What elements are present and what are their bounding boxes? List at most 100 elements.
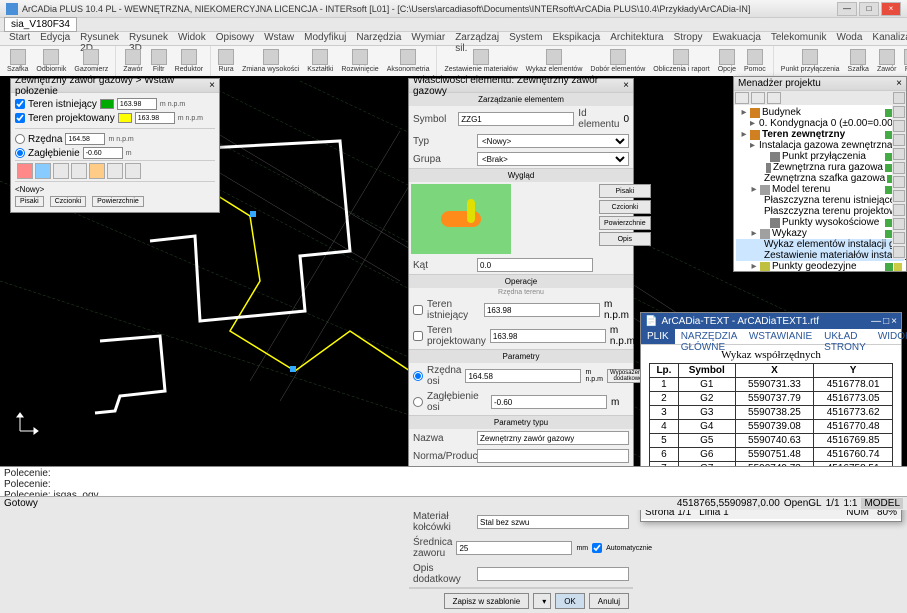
czcionki-button[interactable]: Czcionki bbox=[50, 196, 86, 207]
menu-widok[interactable]: Widok bbox=[173, 32, 211, 45]
expand-icon[interactable]: ▸ bbox=[740, 107, 748, 118]
rzedna-osi-radio[interactable] bbox=[413, 371, 423, 381]
tree-node[interactable]: Punkty wysokościowe bbox=[736, 217, 904, 228]
tree-node[interactable]: Płaszczyzna terenu istniejącego bbox=[736, 195, 904, 206]
rzedna-radio[interactable] bbox=[15, 134, 25, 144]
side-tool[interactable] bbox=[893, 134, 905, 146]
czcionki-button[interactable]: Czcionki bbox=[599, 200, 651, 214]
tp-check[interactable] bbox=[413, 331, 423, 341]
tool-7[interactable] bbox=[125, 163, 141, 179]
tree-node[interactable]: ▸0. Kondygnacja 0 (±0.00=0.00) bbox=[736, 118, 904, 129]
text-tab[interactable]: NARZĘDZIA GŁÓWNE bbox=[675, 329, 743, 344]
text-tab[interactable]: WIDOK bbox=[872, 329, 907, 344]
ti-input[interactable] bbox=[484, 303, 600, 317]
zagl-osi-radio[interactable] bbox=[413, 397, 423, 407]
tool-1[interactable] bbox=[17, 163, 33, 179]
close-icon[interactable]: × bbox=[209, 80, 215, 91]
model-indicator[interactable]: MODEL bbox=[861, 498, 903, 509]
expand-icon[interactable]: ▸ bbox=[750, 228, 758, 239]
side-tool[interactable] bbox=[893, 106, 905, 118]
menu-modyfikuj[interactable]: Modyfikuj bbox=[299, 32, 351, 45]
menu-opisowy[interactable]: Opisowy bbox=[211, 32, 259, 45]
tree-tool[interactable] bbox=[735, 92, 749, 104]
side-tool[interactable] bbox=[893, 92, 905, 104]
tree-node[interactable]: ▸Wykazy bbox=[736, 228, 904, 239]
minimize-button[interactable]: — bbox=[837, 2, 857, 16]
expand-icon[interactable]: ▸ bbox=[750, 184, 758, 195]
save-dropdown[interactable]: ▾ bbox=[533, 593, 551, 609]
ptype-input[interactable] bbox=[477, 449, 629, 463]
command-line[interactable]: ModelUkład1Układ2 Polecenie:Polecenie:Po… bbox=[0, 466, 907, 496]
close-icon[interactable]: × bbox=[623, 80, 629, 91]
zaglebienie-input[interactable] bbox=[83, 147, 123, 159]
expand-icon[interactable]: ▸ bbox=[750, 261, 758, 271]
grupa-select[interactable]: <Brak> bbox=[477, 152, 629, 166]
save-template-button[interactable]: Zapisz w szablonie bbox=[444, 593, 530, 609]
symbol-input[interactable] bbox=[458, 112, 574, 126]
color-swatch[interactable] bbox=[118, 113, 132, 123]
layer-check[interactable] bbox=[15, 99, 25, 109]
menu-woda[interactable]: Woda bbox=[831, 32, 867, 45]
side-tool[interactable] bbox=[893, 162, 905, 174]
ok-button[interactable]: OK bbox=[555, 593, 585, 609]
expand-icon[interactable]: ▸ bbox=[750, 118, 755, 129]
menu-telekomunik[interactable]: Telekomunik bbox=[766, 32, 832, 45]
side-tool[interactable] bbox=[893, 246, 905, 258]
tree-node[interactable]: Zewnętrzna szafka gazowa bbox=[736, 173, 904, 184]
text-tab[interactable]: WSTAWIANIE bbox=[743, 329, 818, 344]
close-icon[interactable]: × bbox=[896, 78, 902, 89]
tool-3[interactable] bbox=[53, 163, 69, 179]
cancel-button[interactable]: Anuluj bbox=[589, 593, 629, 609]
tree-node[interactable]: ▸Budynek bbox=[736, 107, 904, 118]
side-tool[interactable] bbox=[893, 190, 905, 202]
menu-stropy[interactable]: Stropy bbox=[669, 32, 708, 45]
maximize-button[interactable]: □ bbox=[883, 316, 889, 327]
tree-node[interactable]: Zewnętrzna rura gazowa bbox=[736, 162, 904, 173]
ptype-input[interactable] bbox=[477, 567, 629, 581]
menu-architektura[interactable]: Architektura bbox=[605, 32, 668, 45]
side-tool[interactable] bbox=[893, 148, 905, 160]
side-tool[interactable] bbox=[893, 218, 905, 230]
tool-4[interactable] bbox=[71, 163, 87, 179]
minimize-button[interactable]: — bbox=[871, 316, 881, 327]
tree-node[interactable]: Zestawienie materiałów instalacji ga bbox=[736, 250, 904, 261]
ti-check[interactable] bbox=[413, 305, 423, 315]
rzedna-osi-input[interactable] bbox=[465, 369, 581, 383]
pisaki-button[interactable]: Pisaki bbox=[599, 184, 651, 198]
menu-wstaw[interactable]: Wstaw bbox=[259, 32, 299, 45]
maximize-button[interactable]: □ bbox=[859, 2, 879, 16]
tp-input[interactable] bbox=[490, 329, 606, 343]
tool-6[interactable] bbox=[107, 163, 123, 179]
tree-node[interactable]: ▸Model terenu bbox=[736, 184, 904, 195]
menu-kanalizacja[interactable]: Kanalizacja bbox=[867, 32, 907, 45]
side-tool[interactable] bbox=[893, 204, 905, 216]
side-tool[interactable] bbox=[893, 232, 905, 244]
ptype-input[interactable] bbox=[477, 431, 629, 445]
layout-tab[interactable]: Model bbox=[0, 466, 43, 467]
tree-tool[interactable] bbox=[767, 92, 781, 104]
auto-check[interactable] bbox=[592, 543, 602, 553]
menu-wymiar[interactable]: Wymiar bbox=[406, 32, 450, 45]
menu-ekspikacja[interactable]: Ekspikacja bbox=[547, 32, 605, 45]
level-input[interactable] bbox=[135, 112, 175, 124]
rzedna-input[interactable] bbox=[65, 133, 105, 145]
tree-tool[interactable] bbox=[751, 92, 765, 104]
close-button[interactable]: × bbox=[891, 316, 897, 327]
color-swatch[interactable] bbox=[100, 99, 114, 109]
typ-select[interactable]: <Nowy> bbox=[477, 134, 629, 148]
layout-tab[interactable]: Układ1 bbox=[43, 466, 88, 467]
level-input[interactable] bbox=[117, 98, 157, 110]
zagl-osi-input[interactable] bbox=[491, 395, 607, 409]
menu-rysunek 2d[interactable]: Rysunek 2D bbox=[75, 32, 124, 45]
pisaki-button[interactable]: Pisaki bbox=[15, 196, 44, 207]
side-tool[interactable] bbox=[893, 120, 905, 132]
zaglebienie-radio[interactable] bbox=[15, 148, 25, 158]
ptype-input[interactable] bbox=[456, 541, 572, 555]
menu-rysunek 3d[interactable]: Rysunek 3D bbox=[124, 32, 173, 45]
kat-input[interactable] bbox=[477, 258, 593, 272]
menu-ewakuacja[interactable]: Ewakuacja bbox=[708, 32, 766, 45]
menu-narzędzia[interactable]: Narzędzia bbox=[351, 32, 406, 45]
powierzchnie-button[interactable]: Powierzchnie bbox=[92, 196, 144, 207]
powierzchnie-button[interactable]: Powierzchnie bbox=[599, 216, 651, 230]
doc-tab[interactable]: sia_V180F34 bbox=[4, 17, 77, 32]
